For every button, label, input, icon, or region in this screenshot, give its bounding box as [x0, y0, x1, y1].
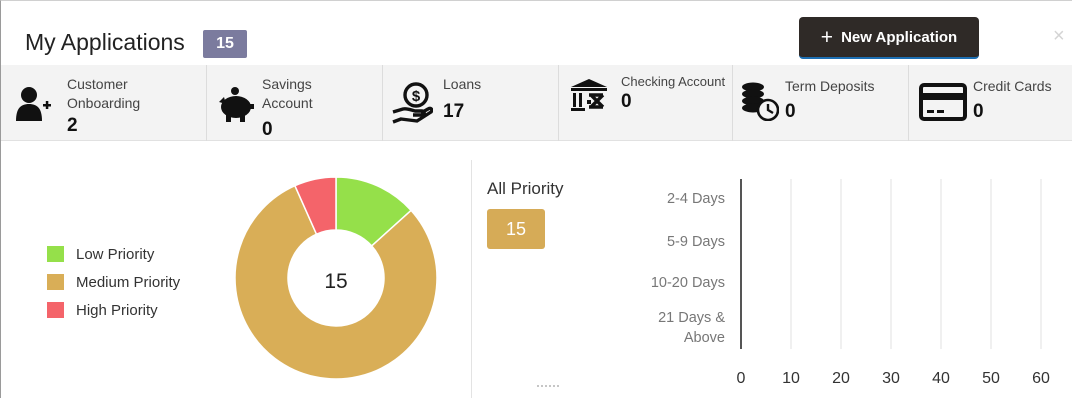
category-count: 17 — [443, 101, 465, 122]
all-priority-label: All Priority — [487, 179, 564, 198]
category-label: Customer — [67, 76, 128, 92]
x-tick-label: 40 — [932, 370, 950, 387]
legend-label: Low Priority — [76, 245, 155, 263]
y-tick-label: 2-4 Days — [667, 191, 725, 207]
credit-card-icon — [919, 83, 967, 121]
category-count: 0 — [973, 101, 984, 122]
legend-item-low[interactable]: Low Priority — [47, 240, 180, 268]
new-application-button[interactable]: + New Application — [799, 17, 979, 59]
category-loans[interactable]: $ Loans 17 — [383, 65, 559, 141]
loan-hand-icon: $ — [392, 82, 433, 124]
add-user-icon — [16, 87, 51, 121]
category-count: 0 — [621, 91, 632, 112]
category-label-line2: Onboarding — [67, 95, 141, 111]
aging-bar-chart: 2-4 Days 5-9 Days 10-20 Days 21 Days & Above… — [651, 179, 1050, 387]
legend-swatch — [47, 274, 64, 290]
y-tick-label: 10-20 Days — [651, 275, 725, 291]
category-label: Checking Account — [621, 74, 726, 89]
priority-donut-chart: 15 — [234, 176, 438, 380]
coins-clock-icon — [742, 82, 779, 121]
category-count: 2 — [67, 115, 78, 136]
category-customer-onboarding[interactable]: Customer Onboarding 2 — [1, 65, 207, 141]
category-savings-account[interactable]: Savings Account 0 — [207, 65, 383, 141]
application-category-bar: Customer Onboarding 2 Savings Account 0 … — [1, 65, 1072, 141]
category-label: Credit Cards — [973, 78, 1052, 94]
x-tick-label: 0 — [737, 370, 746, 387]
piggy-bank-icon — [219, 87, 254, 122]
category-term-deposits[interactable]: Term Deposits 0 — [733, 65, 909, 141]
all-priority-count-badge[interactable]: 15 — [487, 209, 545, 249]
category-count: 0 — [785, 101, 796, 122]
legend-label: High Priority — [76, 301, 158, 319]
resize-handle[interactable] — [537, 385, 559, 388]
category-label: Term Deposits — [785, 78, 875, 94]
category-label: Loans — [443, 76, 482, 92]
legend-swatch — [47, 302, 64, 318]
panel-header: My Applications 15 + New Application × — [1, 15, 1072, 65]
x-tick-label: 50 — [982, 370, 1000, 387]
legend-item-medium[interactable]: Medium Priority — [47, 268, 180, 296]
legend-item-high[interactable]: High Priority — [47, 296, 180, 324]
y-tick-label: 21 Days & — [658, 310, 725, 326]
category-credit-cards[interactable]: Credit Cards 0 — [909, 65, 1072, 141]
bank-building-icon — [571, 79, 607, 111]
x-tick-label: 30 — [882, 370, 900, 387]
plus-icon: + — [820, 25, 834, 49]
applications-panel: My Applications 15 + New Application × C… — [0, 0, 1072, 398]
category-checking-account[interactable]: Checking Account 0 — [559, 65, 733, 141]
y-tick-label: Above — [684, 330, 725, 346]
category-count: 0 — [262, 119, 273, 140]
priority-legend: Low Priority Medium Priority High Priori… — [47, 240, 180, 324]
x-tick-label: 10 — [782, 370, 800, 387]
applications-count-badge: 15 — [203, 30, 247, 58]
legend-label: Medium Priority — [76, 273, 181, 291]
close-icon[interactable]: × — [1053, 25, 1072, 49]
y-tick-label: 5-9 Days — [667, 234, 725, 250]
svg-text:$: $ — [412, 88, 421, 105]
category-label: Savings — [262, 76, 312, 92]
category-label-line2: Account — [262, 95, 313, 111]
section-divider — [471, 160, 472, 398]
legend-swatch — [47, 246, 64, 262]
new-application-label: New Application — [841, 28, 958, 46]
donut-center-total: 15 — [324, 270, 347, 293]
page-title: My Applications — [25, 29, 185, 55]
x-tick-label: 60 — [1032, 370, 1050, 387]
x-tick-label: 20 — [832, 370, 850, 387]
